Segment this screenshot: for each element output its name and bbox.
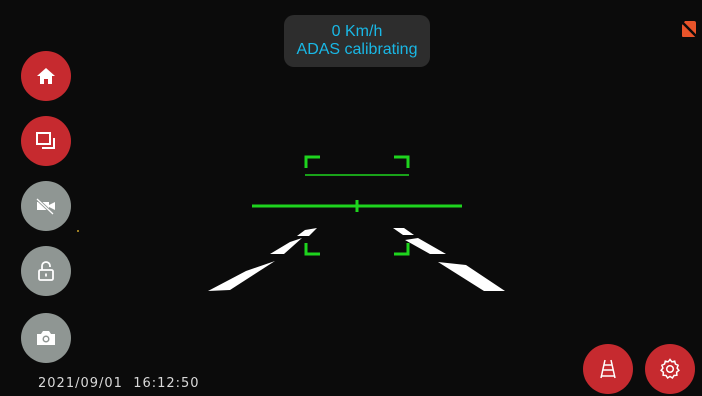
adas-status-text: ADAS calibrating — [296, 41, 418, 58]
lane-road-icon — [600, 359, 616, 379]
lane-marking-right-near — [438, 262, 505, 291]
unlock-icon — [38, 261, 54, 281]
lane-marking-left-mid — [270, 238, 302, 254]
timestamp: 2021/09/01 16:12:50 — [38, 376, 200, 391]
lane-marking-left-near — [208, 261, 275, 291]
lane-marking-right-mid — [405, 238, 446, 254]
home-icon — [37, 68, 55, 84]
sd-card-error-icon — [680, 20, 698, 38]
home-button[interactable] — [21, 51, 71, 101]
settings-button[interactable] — [645, 344, 695, 394]
lane-marking-right-far — [393, 228, 414, 235]
camera-icon — [37, 331, 55, 345]
camera-off-icon — [35, 197, 55, 216]
record-toggle-button[interactable] — [21, 181, 71, 231]
lock-button[interactable] — [21, 246, 71, 296]
switch-view-button[interactable] — [21, 116, 71, 166]
lane-marking-left-far — [297, 228, 317, 236]
speed-readout: 0 Km/h — [331, 23, 383, 40]
gear-icon — [660, 358, 680, 380]
adas-button[interactable] — [583, 344, 633, 394]
snapshot-button[interactable] — [21, 313, 71, 363]
dual-screen-icon — [36, 132, 55, 149]
adas-status-panel: 0 Km/h ADAS calibrating — [284, 15, 430, 67]
